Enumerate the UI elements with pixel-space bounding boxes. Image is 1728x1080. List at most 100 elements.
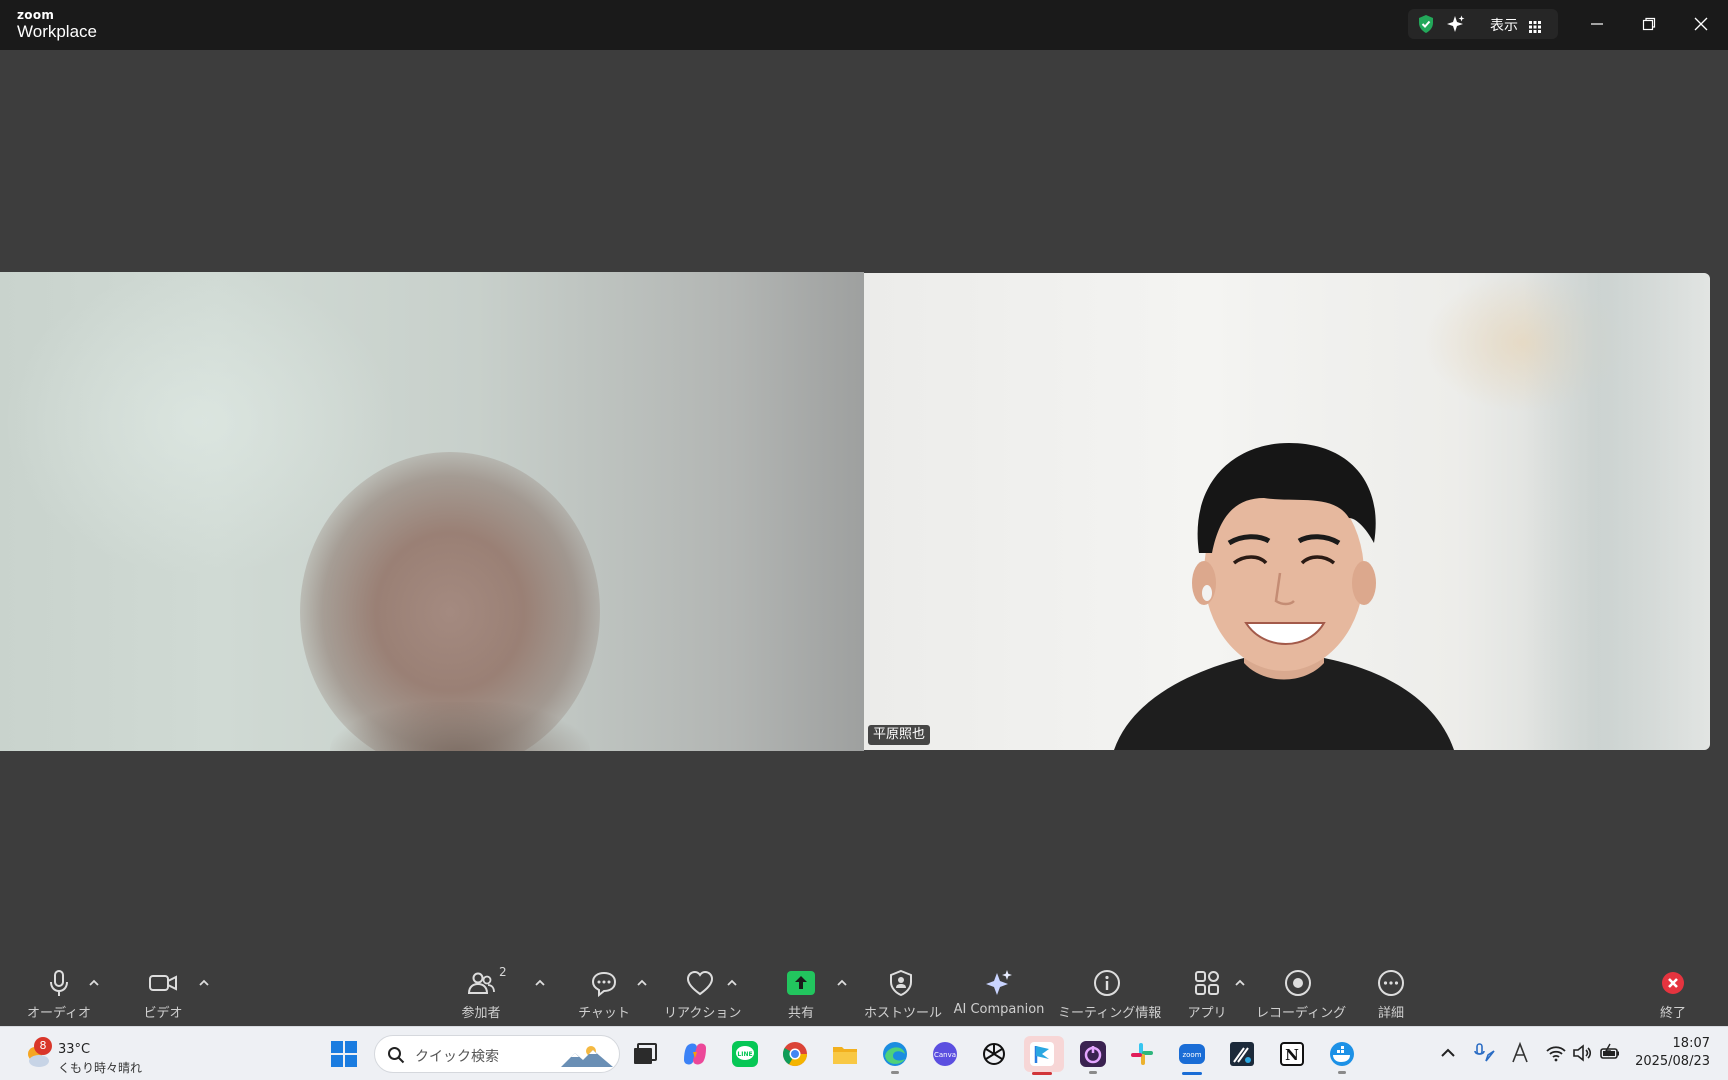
participant-name-tag: 平原照也 bbox=[868, 725, 931, 745]
weather-widget[interactable]: 8 33°C くもり時々晴れ bbox=[22, 1035, 142, 1075]
participants-icon bbox=[467, 972, 495, 994]
weather-notification-badge: 8 bbox=[34, 1037, 52, 1055]
zoom-workplace-logo: zoom Workplace bbox=[17, 9, 97, 42]
reaction-button[interactable]: リアクション bbox=[664, 964, 742, 1022]
notion-icon: N bbox=[1280, 1042, 1304, 1066]
chrome-icon bbox=[782, 1042, 807, 1067]
recording-button[interactable]: レコーディング bbox=[1256, 964, 1347, 1022]
clock-date: 2025/08/23 bbox=[1635, 1054, 1710, 1069]
input-method-icon[interactable] bbox=[1508, 1041, 1532, 1065]
recording-label: レコーディング bbox=[1256, 1006, 1347, 1021]
more-button[interactable]: 詳細 bbox=[1356, 964, 1426, 1022]
video-options-chevron-up-icon[interactable] bbox=[198, 978, 210, 988]
ai-companion-label: AI Companion bbox=[953, 1002, 1045, 1017]
weather-description: くもり時々晴れ bbox=[58, 1061, 143, 1075]
share-screen-button[interactable]: 共有 bbox=[766, 964, 836, 1022]
grid-view-icon[interactable] bbox=[1529, 18, 1541, 33]
svg-text:zoom: zoom bbox=[1182, 1051, 1201, 1059]
info-icon bbox=[1094, 970, 1120, 996]
audio-label: オーディオ bbox=[26, 1006, 92, 1021]
share-options-chevron-up-icon[interactable] bbox=[836, 978, 848, 988]
host-tools-label: ホストツール bbox=[864, 1006, 943, 1021]
docker-whale-icon bbox=[1330, 1042, 1354, 1066]
copilot-icon bbox=[684, 1043, 706, 1065]
more-label: 詳細 bbox=[1377, 1006, 1404, 1021]
host-shield-icon bbox=[890, 969, 912, 997]
copilot-app[interactable] bbox=[677, 1036, 713, 1072]
search-highlight-mountain-icon bbox=[561, 1046, 613, 1067]
running-indicator bbox=[891, 1071, 899, 1074]
windows-start-button[interactable] bbox=[326, 1036, 362, 1072]
encryption-shield-icon[interactable] bbox=[1416, 14, 1436, 34]
docker-app[interactable] bbox=[1324, 1036, 1360, 1074]
battery-charging-icon[interactable] bbox=[1598, 1041, 1622, 1065]
chrome-app[interactable] bbox=[777, 1036, 813, 1072]
folder-icon bbox=[833, 1047, 857, 1064]
minimize-button[interactable] bbox=[1582, 10, 1612, 38]
reaction-options-chevron-up-icon[interactable] bbox=[726, 978, 738, 988]
meeting-info-button[interactable]: ミーティング情報 bbox=[1058, 964, 1162, 1022]
record-icon bbox=[1285, 970, 1311, 996]
chat-options-chevron-up-icon[interactable] bbox=[636, 978, 648, 988]
apps-button[interactable]: アプリ bbox=[1174, 964, 1240, 1022]
chat-label: チャット bbox=[578, 1006, 630, 1021]
close-window-button[interactable] bbox=[1686, 10, 1716, 38]
volume-icon[interactable] bbox=[1570, 1041, 1594, 1065]
apps-options-chevron-up-icon[interactable] bbox=[1234, 978, 1246, 988]
chat-icon bbox=[591, 971, 617, 997]
participants-options-chevron-up-icon[interactable] bbox=[534, 978, 546, 988]
close-icon bbox=[1694, 17, 1708, 31]
apps-label: アプリ bbox=[1187, 1006, 1227, 1021]
more-ellipsis-icon bbox=[1378, 970, 1404, 996]
notion-app[interactable]: N bbox=[1274, 1036, 1310, 1072]
search-placeholder: クイック検索 bbox=[415, 1049, 499, 1065]
wifi-icon[interactable] bbox=[1544, 1041, 1568, 1065]
microphone-location-icon[interactable] bbox=[1472, 1041, 1496, 1065]
microphone-icon bbox=[50, 970, 68, 996]
ai-sparkle-icon[interactable] bbox=[1446, 14, 1466, 34]
share-upload-icon bbox=[787, 971, 815, 995]
chatgpt-app[interactable] bbox=[976, 1036, 1012, 1072]
edge-app[interactable] bbox=[877, 1036, 913, 1074]
reaction-label: リアクション bbox=[664, 1006, 742, 1021]
meeting-toolbar: オーディオ ビデオ 参加者 2 チャット リアクション 共有 ホストツール AI… bbox=[0, 960, 1728, 1026]
show-hidden-icons-chevron-up-icon[interactable] bbox=[1436, 1041, 1460, 1065]
restore-button[interactable] bbox=[1634, 10, 1664, 38]
snipping-tool-app[interactable] bbox=[1224, 1036, 1260, 1072]
line-icon: LINE bbox=[732, 1041, 758, 1067]
task-view-icon bbox=[634, 1043, 657, 1064]
system-clock[interactable]: 18:07 2025/08/23 bbox=[1630, 1035, 1710, 1071]
background-wall bbox=[1524, 273, 1710, 750]
chat-button[interactable]: チャット bbox=[569, 964, 639, 1022]
clock-time: 18:07 bbox=[1672, 1036, 1710, 1051]
search-icon bbox=[388, 1047, 405, 1064]
snipping-tool-icon bbox=[1230, 1042, 1254, 1066]
canva-app[interactable]: Canva bbox=[927, 1036, 963, 1072]
power-timer-icon bbox=[1080, 1041, 1106, 1067]
ai-companion-button[interactable]: AI Companion bbox=[952, 964, 1046, 1022]
file-explorer-app[interactable] bbox=[827, 1036, 863, 1072]
taskbar-search[interactable]: クイック検索 bbox=[374, 1035, 620, 1073]
meeting-info-label: ミーティング情報 bbox=[1058, 1006, 1162, 1021]
line-app[interactable]: LINE bbox=[727, 1036, 763, 1072]
timer-app[interactable] bbox=[1075, 1036, 1111, 1074]
video-camera-icon bbox=[149, 975, 177, 991]
video-button[interactable]: ビデオ bbox=[128, 964, 198, 1022]
audio-button[interactable]: オーディオ bbox=[24, 964, 94, 1022]
end-meeting-button[interactable]: 終了 bbox=[1638, 964, 1708, 1022]
edge-icon bbox=[883, 1042, 907, 1066]
logo-bottom: Workplace bbox=[17, 22, 97, 41]
task-view-app[interactable] bbox=[627, 1036, 663, 1072]
participant-video-tile-left[interactable] bbox=[0, 272, 864, 751]
active-indicator bbox=[1032, 1072, 1052, 1075]
windows-logo-icon bbox=[331, 1041, 357, 1067]
view-button[interactable]: 表示 bbox=[1490, 15, 1518, 35]
active-app[interactable] bbox=[1024, 1036, 1064, 1075]
host-tools-button[interactable]: ホストツール bbox=[864, 964, 943, 1022]
zoom-app[interactable]: zoom bbox=[1174, 1036, 1210, 1075]
active-indicator bbox=[1182, 1072, 1202, 1075]
audio-options-chevron-up-icon[interactable] bbox=[88, 978, 100, 988]
apps-icon bbox=[1195, 971, 1219, 995]
participant-video-tile-right[interactable]: 平原照也 bbox=[864, 273, 1710, 750]
slack-app[interactable] bbox=[1124, 1036, 1160, 1072]
